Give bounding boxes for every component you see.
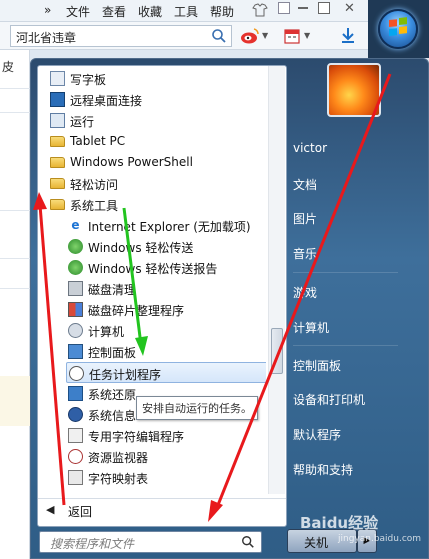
link-help-support[interactable]: 帮助和支持: [293, 461, 353, 478]
link-computer[interactable]: 计算机: [293, 319, 329, 336]
program-item[interactable]: e Internet Explorer (无加载项): [66, 215, 266, 236]
start-menu: 写字板 远程桌面连接 运行 Tablet PC Windows PowerShe…: [30, 58, 429, 559]
browser-menubar: » 文件 查看 收藏 工具 帮助 ✕: [0, 0, 429, 22]
clock-icon: [69, 366, 84, 381]
program-item[interactable]: 计算机: [66, 320, 266, 341]
folder-icon: [50, 136, 65, 147]
tooltip: 安排自动运行的任务。: [136, 396, 258, 420]
search-icon[interactable]: [241, 535, 255, 549]
program-item[interactable]: 字符映射表: [66, 467, 266, 488]
menu-help[interactable]: 帮助: [210, 3, 234, 20]
remote-desktop-icon: [50, 92, 65, 107]
close-icon[interactable]: ✕: [344, 1, 355, 16]
resource-monitor-icon: [68, 449, 83, 464]
link-devices-printers[interactable]: 设备和打印机: [293, 391, 365, 408]
link-games[interactable]: 游戏: [293, 284, 317, 301]
user-avatar[interactable]: [327, 63, 381, 117]
maximize-icon[interactable]: [318, 2, 330, 14]
transfer-icon: [68, 239, 83, 254]
program-item-selected[interactable]: 任务计划程序: [66, 362, 266, 383]
program-list: 写字板 远程桌面连接 运行 Tablet PC Windows PowerShe…: [38, 66, 266, 494]
link-documents[interactable]: 文档: [293, 176, 317, 193]
wordpad-icon: [50, 71, 65, 86]
program-list-scrollbar[interactable]: [268, 66, 285, 494]
disk-cleanup-icon: [68, 281, 83, 296]
menu-tools[interactable]: 工具: [174, 3, 198, 20]
system-restore-icon: [68, 386, 83, 401]
program-item[interactable]: 控制面板: [66, 341, 266, 362]
program-item[interactable]: Windows 轻松传送: [66, 236, 266, 257]
menu-file[interactable]: 文件: [66, 3, 90, 20]
program-item[interactable]: 轻松访问: [48, 173, 263, 194]
side-divider: [0, 210, 30, 211]
link-pictures[interactable]: 图片: [293, 210, 317, 227]
address-text: 河北省违章: [16, 31, 77, 45]
transfer-report-icon: [68, 260, 83, 275]
link-control-panel[interactable]: 控制面板: [293, 357, 341, 374]
folder-icon: [50, 157, 65, 168]
system-info-icon: [68, 407, 83, 422]
charmap-icon: [68, 470, 83, 485]
program-item[interactable]: 写字板: [48, 68, 263, 89]
folder-icon: [50, 199, 65, 210]
control-panel-icon: [68, 344, 83, 359]
menu-favorites[interactable]: 收藏: [138, 3, 162, 20]
defrag-icon: [68, 302, 83, 317]
start-button[interactable]: [378, 9, 418, 49]
back-button[interactable]: ◀ 返回: [38, 498, 286, 522]
program-item[interactable]: 专用字符编辑程序: [66, 425, 266, 446]
menu-view[interactable]: 查看: [102, 3, 126, 20]
weibo-icon[interactable]: [240, 27, 260, 45]
program-item[interactable]: Windows PowerShell: [48, 152, 263, 173]
address-field[interactable]: 河北省违章: [10, 25, 232, 47]
back-label: 返回: [68, 505, 93, 519]
link-music[interactable]: 音乐: [293, 245, 317, 262]
side-highlight: [0, 376, 30, 426]
program-item[interactable]: 磁盘碎片整理程序: [66, 299, 266, 320]
side-text: 皮: [2, 60, 15, 74]
windows-logo-icon: [389, 17, 407, 37]
download-icon[interactable]: [340, 27, 356, 45]
run-icon: [50, 113, 65, 128]
ie-icon: e: [71, 218, 80, 232]
side-divider: [0, 288, 30, 289]
calendar-dropdown-icon[interactable]: ▼: [304, 31, 310, 40]
calendar-icon[interactable]: [284, 27, 300, 45]
weibo-dropdown-icon[interactable]: ▼: [262, 31, 268, 40]
minimize-icon[interactable]: [298, 7, 308, 9]
watermark: Baidu经验: [300, 514, 379, 532]
program-item[interactable]: Tablet PC: [48, 131, 263, 152]
side-divider: [0, 258, 30, 259]
side-divider: [0, 112, 30, 113]
computer-icon: [68, 323, 83, 338]
link-default-programs[interactable]: 默认程序: [293, 426, 341, 443]
side-divider: [0, 88, 30, 89]
start-search-input[interactable]: 搜索程序和文件: [39, 531, 262, 553]
scrollbar-thumb[interactable]: [271, 328, 283, 374]
programs-pane: 写字板 远程桌面连接 运行 Tablet PC Windows PowerShe…: [37, 65, 287, 527]
more-chevron[interactable]: »: [44, 3, 51, 17]
program-item[interactable]: 运行: [48, 110, 263, 131]
back-arrow-icon: ◀: [46, 503, 55, 516]
folder-icon: [50, 178, 65, 189]
address-bar: 河北省违章 ▼ ▼: [0, 22, 429, 50]
search-icon[interactable]: [211, 28, 227, 44]
minimize-box[interactable]: [278, 2, 290, 14]
right-divider: [293, 272, 398, 273]
right-divider: [293, 345, 398, 346]
program-item[interactable]: 资源监视器: [66, 446, 266, 467]
program-item[interactable]: 磁盘清理: [66, 278, 266, 299]
program-item[interactable]: 远程桌面连接: [48, 89, 263, 110]
link-user[interactable]: victor: [293, 141, 327, 155]
shirt-icon[interactable]: [252, 3, 268, 17]
watermark-subtitle: jingyan.baidu.com: [338, 534, 422, 544]
char-editor-icon: [68, 428, 83, 443]
shutdown-label: 关机: [304, 536, 329, 550]
program-item[interactable]: 系统工具: [48, 194, 263, 215]
page-content-edge: 皮: [0, 50, 30, 559]
program-item[interactable]: Windows 轻松传送报告: [66, 257, 266, 278]
search-placeholder: 搜索程序和文件: [50, 537, 135, 551]
